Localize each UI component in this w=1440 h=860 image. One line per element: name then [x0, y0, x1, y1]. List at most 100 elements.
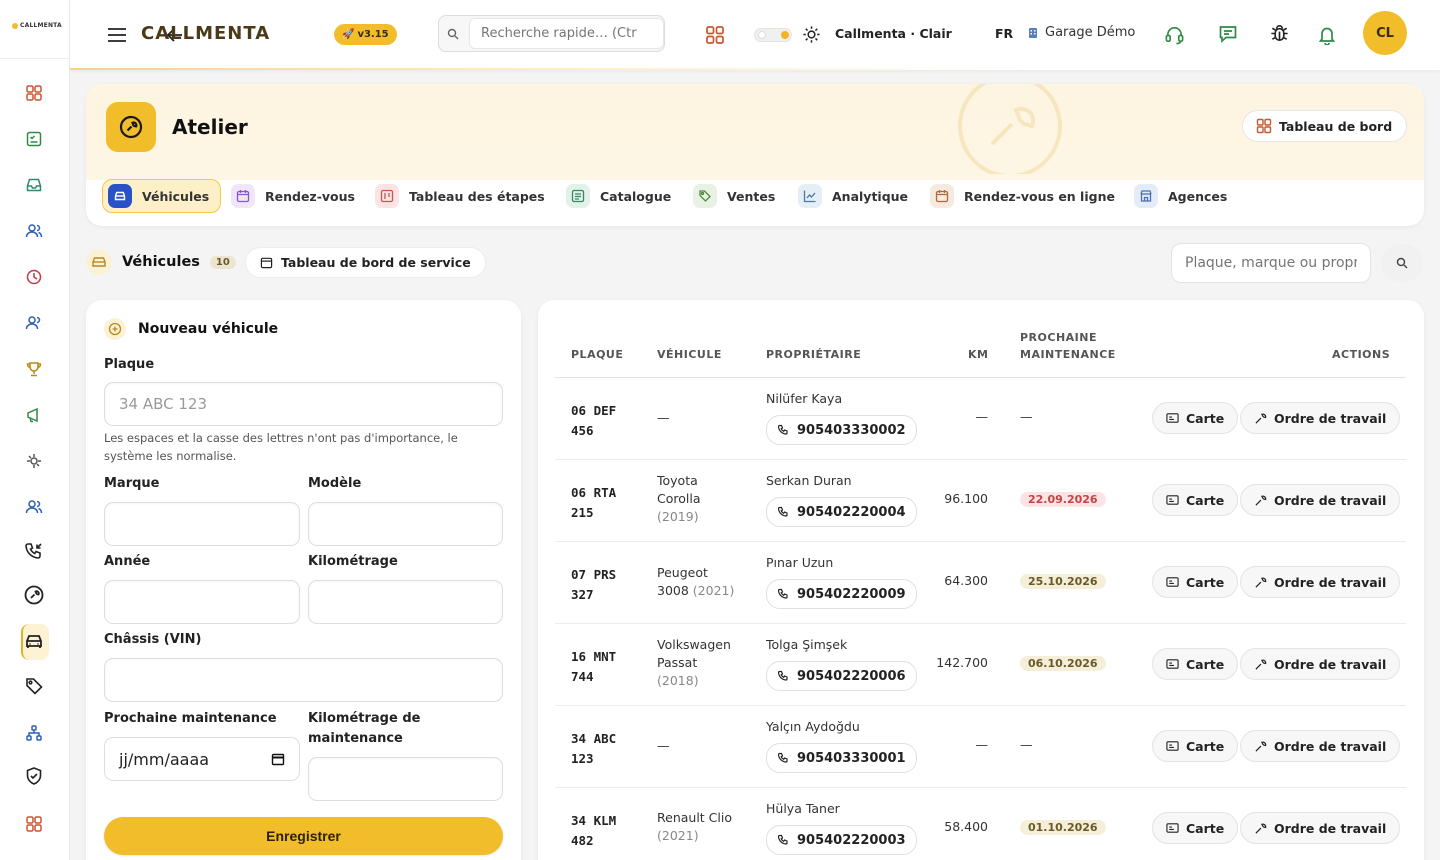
quick-search[interactable]	[438, 15, 665, 52]
sidebar-contacts-icon[interactable]	[23, 220, 45, 242]
sidebar-users-icon[interactable]	[23, 496, 45, 518]
table-row[interactable]: 06 RTA 215 Toyota Corolla (2019) Serkan Duran…	[555, 460, 1406, 542]
calendar-icon	[260, 256, 273, 269]
sidebar-security-icon[interactable]	[23, 765, 45, 787]
tab-sales[interactable]: Ventes	[688, 179, 786, 213]
col-km[interactable]: KM	[968, 346, 988, 363]
phone-button[interactable]: 905403330001	[766, 743, 917, 773]
app-logo[interactable]: CALLMENTA	[12, 22, 62, 29]
work-order-button[interactable]: Ordre de travail	[1240, 648, 1401, 680]
quick-search-input[interactable]	[469, 18, 664, 49]
tab-catalog[interactable]: Catalogue	[561, 179, 682, 213]
sidebar-network-icon[interactable]	[23, 722, 45, 744]
theme-toggle[interactable]	[754, 28, 792, 42]
wrench-icon	[1254, 412, 1267, 425]
tab-vehicles[interactable]: Véhicules	[102, 179, 222, 213]
chart-icon	[798, 184, 822, 208]
sun-icon[interactable]	[802, 25, 821, 44]
bug-icon[interactable]	[1269, 23, 1290, 44]
brand-input[interactable]	[104, 502, 300, 546]
owner-name[interactable]: Serkan Duran	[766, 473, 852, 488]
maintenance-mileage-input[interactable]	[308, 757, 503, 801]
work-order-button[interactable]: Ordre de travail	[1240, 566, 1401, 598]
vin-input[interactable]	[104, 658, 503, 702]
card-button[interactable]: Carte	[1152, 812, 1239, 844]
km-cell: 96.100	[944, 491, 988, 506]
sidebar-apps-icon[interactable]	[23, 813, 45, 835]
card-button[interactable]: Carte	[1152, 648, 1239, 680]
owner-name[interactable]: Hülya Taner	[766, 801, 840, 816]
sidebar-dashboard-icon[interactable]	[23, 82, 45, 104]
owner-name[interactable]: Tolga Şimşek	[766, 637, 847, 652]
sidebar-integrations-icon[interactable]	[23, 450, 45, 472]
col-owner[interactable]: PROPRIÉTAIRE	[766, 346, 861, 363]
sidebar-calls-icon[interactable]	[23, 540, 45, 562]
phone-button[interactable]: 905402220009	[766, 579, 917, 609]
km-cell: 64.300	[944, 573, 988, 588]
work-order-button[interactable]: Ordre de travail	[1240, 484, 1401, 516]
work-order-button[interactable]: Ordre de travail	[1240, 402, 1401, 434]
vehicle-search-button[interactable]	[1381, 244, 1423, 282]
owner-name[interactable]: Nilüfer Kaya	[766, 391, 842, 406]
card-button[interactable]: Carte	[1152, 402, 1239, 434]
user-avatar[interactable]: CL	[1363, 11, 1407, 55]
tab-appointments[interactable]: Rendez-vous	[226, 179, 366, 213]
table-row[interactable]: 06 DEF 456 — Nilüfer Kaya 905403330002 — — Cart…	[555, 378, 1406, 460]
mileage-input[interactable]	[308, 580, 503, 624]
building-icon	[1027, 27, 1039, 39]
sidebar-tag-icon[interactable]	[23, 675, 45, 697]
card-button[interactable]: Carte	[1152, 484, 1239, 516]
table-row[interactable]: 16 MNT 744 Volkswagen Passat (2018) Tolga Şim…	[555, 624, 1406, 706]
owner-name[interactable]: Yalçın Aydoğdu	[766, 719, 860, 734]
next-maintenance-date-input[interactable]: jj/mm/aaaa	[104, 737, 300, 781]
sidebar-trophy-icon[interactable]	[23, 358, 45, 380]
col-vehicle[interactable]: VÉHICULE	[657, 346, 722, 363]
chat-icon[interactable]	[1218, 24, 1238, 44]
language-selector[interactable]: FR	[995, 26, 1013, 41]
calendar-icon[interactable]	[271, 752, 285, 766]
plate-cell: 16 MNT 744	[571, 649, 617, 684]
tab-analytics[interactable]: Analytique	[793, 179, 919, 213]
work-order-button[interactable]: Ordre de travail	[1240, 730, 1401, 762]
garage-selector[interactable]: Garage Démo	[1027, 25, 1135, 40]
tab-agencies[interactable]: Agences	[1129, 179, 1238, 213]
sidebar-tasks-icon[interactable]	[23, 128, 45, 150]
theme-label[interactable]: Callmenta · Clair	[835, 26, 952, 41]
tab-stages-board[interactable]: Tableau des étapes	[370, 179, 556, 213]
plate-cell: 34 KLM 482	[571, 813, 617, 848]
dashboard-button[interactable]: Tableau de bord	[1242, 110, 1408, 142]
card-button[interactable]: Carte	[1152, 730, 1239, 762]
sidebar-vehicles-icon[interactable]	[23, 630, 45, 652]
service-dashboard-button[interactable]: Tableau de bord de service	[245, 247, 486, 278]
phone-button[interactable]: 905403330002	[766, 415, 917, 445]
col-plate[interactable]: PLAQUE	[571, 346, 623, 363]
phone-button[interactable]: 905402220006	[766, 661, 917, 691]
col-next-maintenance[interactable]: PROCHAINE MAINTENANCE	[1020, 329, 1130, 363]
version-badge: 🚀 v3.15	[334, 24, 397, 45]
owner-name[interactable]: Pınar Uzun	[766, 555, 833, 570]
table-row[interactable]: 34 ABC 123 — Yalçın Aydoğdu 905403330001 — — Ca…	[555, 706, 1406, 788]
tab-online-appointments[interactable]: Rendez-vous en ligne	[925, 179, 1126, 213]
work-order-button[interactable]: Ordre de travail	[1240, 812, 1401, 844]
save-button[interactable]: Enregistrer	[104, 817, 503, 855]
brand-name[interactable]: CALLMENTA	[141, 23, 270, 44]
phone-button[interactable]: 905402220003	[766, 825, 917, 855]
table-row[interactable]: 07 PRS 327 Peugeot 3008 (2021) Pınar Uzun 905…	[555, 542, 1406, 624]
plate-input[interactable]	[104, 382, 503, 426]
sidebar-history-icon[interactable]	[23, 266, 45, 288]
phone-button[interactable]: 905402220004	[766, 497, 917, 527]
card-button[interactable]: Carte	[1152, 566, 1239, 598]
table-row[interactable]: 34 KLM 482 Renault Clio (2021) Hülya Taner 90…	[555, 788, 1406, 860]
sidebar-campaign-icon[interactable]	[23, 404, 45, 426]
headset-icon[interactable]	[1164, 24, 1185, 45]
year-input[interactable]	[104, 580, 300, 624]
menu-icon[interactable]	[107, 27, 127, 43]
apps-grid-icon[interactable]	[705, 25, 725, 45]
store-icon	[1134, 184, 1158, 208]
sidebar-workshop-icon[interactable]	[23, 584, 45, 606]
vehicle-search-input[interactable]	[1171, 243, 1371, 283]
bell-icon[interactable]	[1318, 25, 1336, 45]
model-input[interactable]	[308, 502, 503, 546]
sidebar-team-icon[interactable]	[23, 312, 45, 334]
sidebar-inbox-icon[interactable]	[23, 174, 45, 196]
